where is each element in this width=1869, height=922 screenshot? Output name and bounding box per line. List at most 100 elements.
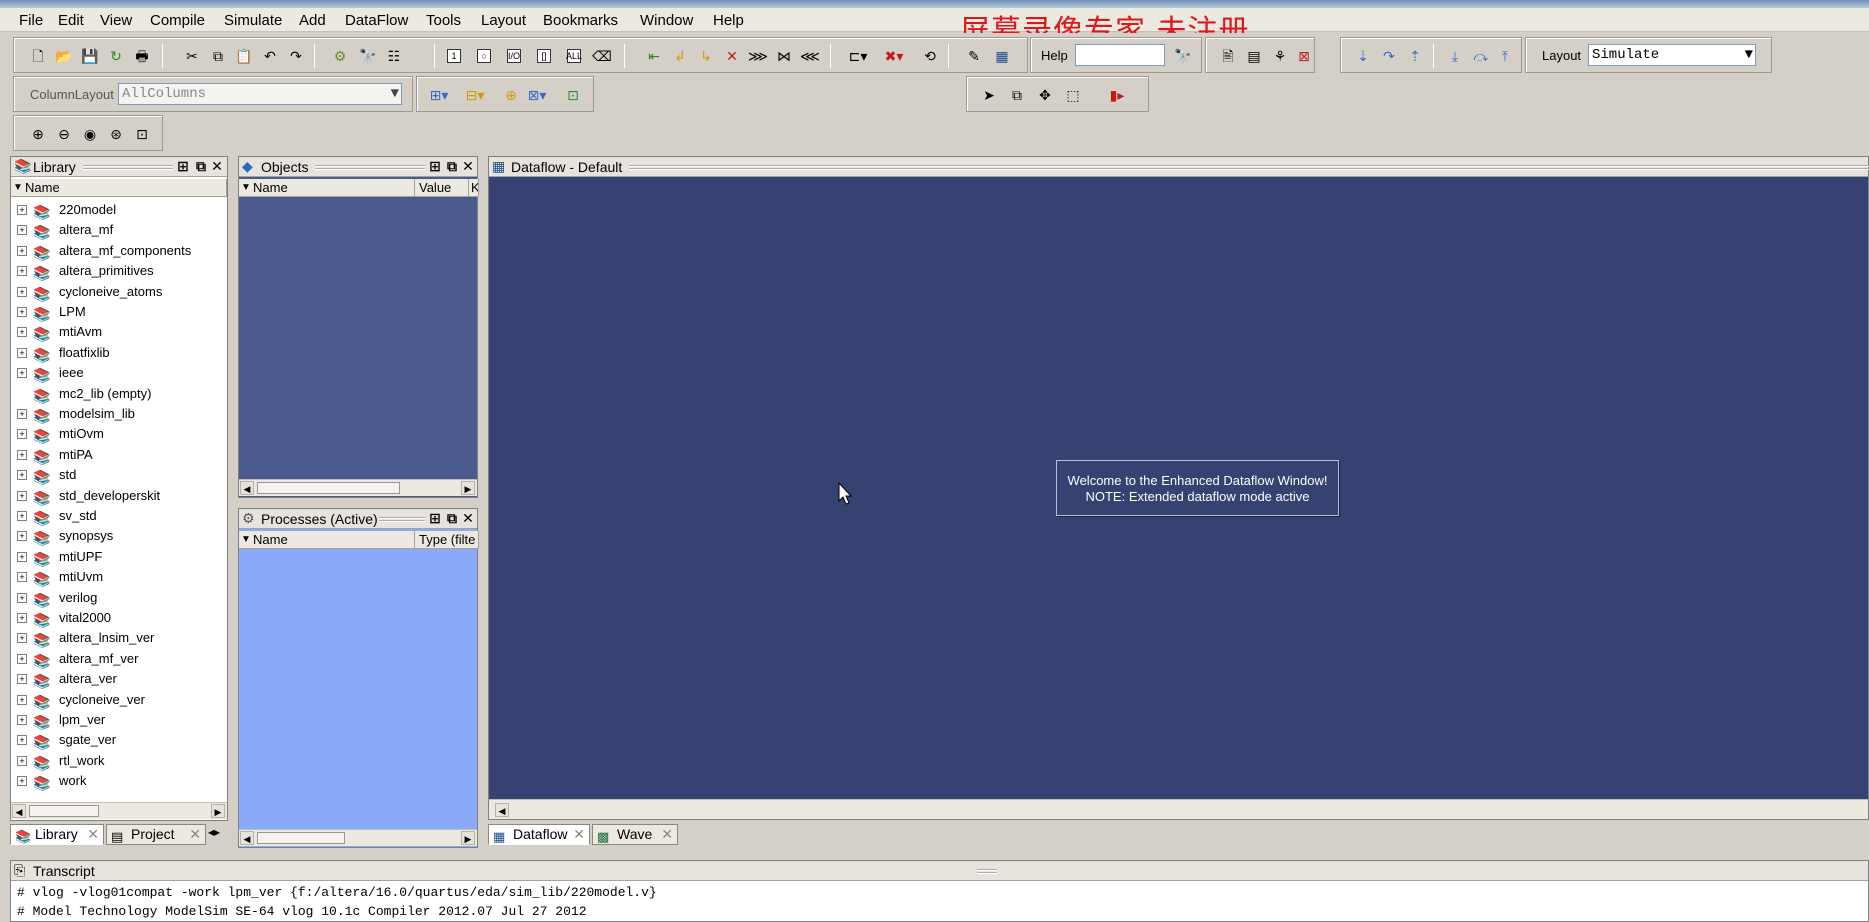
- refresh-icon[interactable]: ↻: [106, 46, 126, 66]
- objects-col-value[interactable]: Value: [415, 179, 469, 197]
- format-icon[interactable]: ☷: [384, 46, 404, 66]
- library-item[interactable]: + 📚 sv_std: [11, 506, 231, 526]
- step-one-icon[interactable]: 1: [444, 46, 464, 66]
- library-item[interactable]: + 📚 mtiOvm: [11, 424, 231, 444]
- expand-plus-icon[interactable]: +: [17, 592, 27, 603]
- trace-back-icon[interactable]: ↲: [670, 46, 690, 66]
- compile-icon[interactable]: 🖹: [1218, 46, 1238, 66]
- step-into-all-icon[interactable]: ⤓: [1445, 46, 1465, 66]
- close-icon[interactable]: ✕: [87, 825, 99, 844]
- library-item[interactable]: + 📚 verilog: [11, 588, 231, 608]
- menu-dataflow[interactable]: DataFlow: [345, 12, 408, 29]
- zoom-box-icon[interactable]: ⧉: [1007, 85, 1027, 105]
- menu-view[interactable]: View: [100, 12, 132, 29]
- library-item[interactable]: + 📚 synopsys: [11, 526, 231, 546]
- zoom-out-icon[interactable]: ⊖: [54, 124, 74, 144]
- library-item[interactable]: + 📚 floatfixlib: [11, 343, 231, 363]
- tab-library[interactable]: 📚 Library ✕: [10, 824, 104, 845]
- dock-icon[interactable]: ⊞: [175, 158, 191, 174]
- library-item[interactable]: + 📚 vital2000: [11, 608, 231, 628]
- scroll-thumb[interactable]: [257, 832, 345, 844]
- redo-icon[interactable]: ↷: [286, 46, 306, 66]
- expand-plus-icon[interactable]: +: [17, 674, 27, 685]
- dropdown-arrow-icon[interactable]: ▼: [1745, 47, 1753, 63]
- menu-add[interactable]: Add: [299, 12, 326, 29]
- fanout-icon[interactable]: ⋘: [800, 46, 820, 66]
- pointer-icon[interactable]: ➤: [979, 85, 999, 105]
- library-item[interactable]: + 📚 modelsim_lib: [11, 404, 231, 424]
- expand-plus-icon[interactable]: +: [17, 409, 27, 419]
- settings-gear-icon[interactable]: ⚙: [330, 46, 350, 66]
- save-icon[interactable]: 💾: [80, 46, 100, 66]
- stop-sim-icon[interactable]: ▮▸: [1107, 85, 1127, 105]
- library-item[interactable]: + 📚 lpm_ver: [11, 710, 231, 730]
- help-binoculars-icon[interactable]: 🔭: [1173, 46, 1193, 66]
- fan-both-icon[interactable]: ⋈: [774, 46, 794, 66]
- expand-plus-icon[interactable]: +: [17, 286, 27, 297]
- undock-icon[interactable]: ⧉: [444, 158, 460, 174]
- print-icon[interactable]: 🖶: [132, 46, 152, 66]
- compile-all-icon[interactable]: ▤: [1244, 46, 1264, 66]
- open-folder-icon[interactable]: 📂: [54, 46, 74, 66]
- expand-plus-icon[interactable]: +: [17, 755, 27, 766]
- library-item[interactable]: + 📚 altera_lnsim_ver: [11, 628, 231, 648]
- step-out-icon[interactable]: ⇡: [1405, 46, 1425, 66]
- regenerate-icon[interactable]: ⟲: [920, 46, 940, 66]
- zoom-region-icon[interactable]: ⊡: [132, 124, 152, 144]
- dataflow-hscrollbar[interactable]: ◀: [489, 799, 1868, 819]
- scroll-left-icon[interactable]: ◀: [240, 481, 254, 495]
- library-item[interactable]: + 📚 altera_mf: [11, 220, 231, 240]
- expand-plus-icon[interactable]: +: [17, 531, 27, 542]
- objects-hscrollbar[interactable]: ◀ ▶: [239, 479, 477, 496]
- dropdown-arrow-icon[interactable]: ▼: [391, 86, 399, 102]
- expand-plus-icon[interactable]: +: [17, 225, 27, 236]
- library-col-name[interactable]: ▼ Name: [11, 179, 227, 197]
- menu-window[interactable]: Window: [640, 12, 693, 29]
- find-binoculars-icon[interactable]: 🔭: [358, 46, 378, 66]
- trace-forward-icon[interactable]: ↳: [696, 46, 716, 66]
- panel-drag-grip[interactable]: [315, 165, 425, 170]
- step-over-all-icon[interactable]: ⤼: [1471, 46, 1491, 66]
- library-item[interactable]: + 📚 mtiPA: [11, 445, 231, 465]
- bracket-icon[interactable]: []: [534, 46, 554, 66]
- menu-compile[interactable]: Compile: [150, 12, 205, 29]
- panel-drag-grip[interactable]: [83, 165, 173, 170]
- expand-plus-icon[interactable]: +: [17, 245, 27, 256]
- menu-edit[interactable]: Edit: [58, 12, 84, 29]
- tab-wave[interactable]: ▩ Wave ✕: [592, 824, 678, 845]
- menu-simulate[interactable]: Simulate: [224, 12, 282, 29]
- scroll-thumb[interactable]: [257, 482, 400, 494]
- step-over-icon[interactable]: ↷: [1379, 46, 1399, 66]
- library-item[interactable]: + 📚 ieee: [11, 363, 231, 383]
- add-log-icon[interactable]: ⊕: [501, 85, 521, 105]
- expand-plus-icon[interactable]: +: [17, 327, 27, 338]
- expand-plus-icon[interactable]: +: [17, 613, 27, 623]
- expand-plus-icon[interactable]: +: [17, 776, 27, 787]
- processes-col-type[interactable]: Type (filte: [415, 531, 479, 549]
- library-item[interactable]: + 📚 sgate_ver: [11, 730, 231, 750]
- menu-file[interactable]: File: [19, 12, 43, 29]
- wave-window-icon[interactable]: ▦: [992, 46, 1012, 66]
- library-item[interactable]: + 📚 LPM: [11, 302, 231, 322]
- library-item[interactable]: + 📚 mtiUvm: [11, 567, 231, 587]
- library-item[interactable]: + 📚 rtl_work: [11, 751, 231, 771]
- copy-icon[interactable]: ⧉: [208, 46, 228, 66]
- library-item[interactable]: + 📚 work: [11, 771, 231, 791]
- close-icon[interactable]: ✕: [460, 510, 476, 526]
- column-layout-select[interactable]: AllColumns ▼: [118, 83, 402, 105]
- scroll-thumb[interactable]: [29, 805, 99, 817]
- panel-drag-grip[interactable]: [629, 165, 1869, 170]
- objects-col-name[interactable]: ▼ Name: [239, 179, 415, 197]
- expand-plus-icon[interactable]: +: [17, 715, 27, 725]
- tab-scroll-arrows[interactable]: ◂▸: [208, 825, 220, 839]
- menu-help[interactable]: Help: [713, 12, 744, 29]
- library-hscrollbar[interactable]: ◀ ▶: [11, 802, 227, 819]
- close-icon[interactable]: ✕: [460, 158, 476, 174]
- tab-project[interactable]: ▤ Project ✕: [106, 824, 206, 845]
- tab-dataflow[interactable]: ▦ Dataflow ✕: [488, 824, 590, 845]
- trace-input-icon[interactable]: ⇤: [644, 46, 664, 66]
- close-icon[interactable]: ✕: [661, 825, 673, 844]
- region-icon[interactable]: ⬚: [1063, 85, 1083, 105]
- undo-icon[interactable]: ↶: [260, 46, 280, 66]
- new-file-icon[interactable]: 🗋: [28, 46, 48, 66]
